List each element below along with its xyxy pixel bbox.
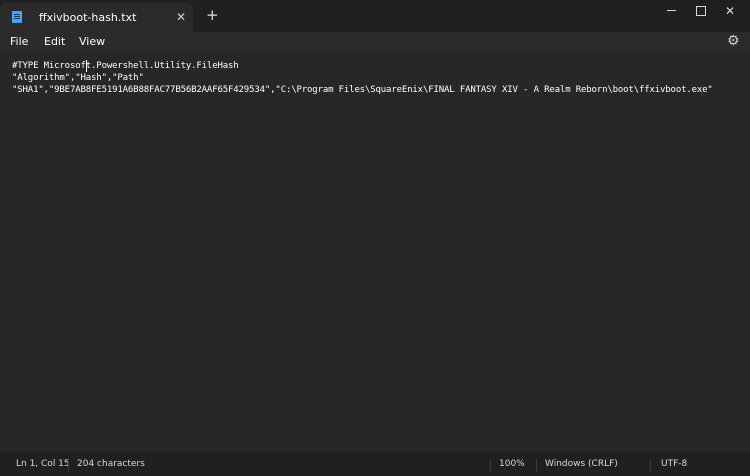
close-window-button[interactable]: ✕ xyxy=(713,0,747,22)
close-tab-icon[interactable]: ✕ xyxy=(176,10,186,24)
status-divider xyxy=(536,458,537,472)
tab-title: ffxivboot-hash.txt xyxy=(39,11,137,24)
menu-view[interactable]: View xyxy=(79,35,105,48)
menu-edit[interactable]: Edit xyxy=(44,35,65,48)
tab-active-file[interactable]: ffxivboot-hash.txt ✕ xyxy=(0,3,193,32)
title-bar: ffxivboot-hash.txt ✕ + ✕ xyxy=(0,0,750,32)
status-divider xyxy=(650,458,651,472)
status-line-ending[interactable]: Windows (CRLF) xyxy=(545,459,618,469)
editor-line-2: "Algorithm","Hash","Path" xyxy=(12,73,144,83)
status-divider xyxy=(68,458,69,472)
menu-file[interactable]: File xyxy=(10,35,28,48)
new-tab-button[interactable]: + xyxy=(206,8,219,23)
status-cursor-position: Ln 1, Col 15 xyxy=(16,459,70,469)
text-editor-area[interactable]: #TYPE Microsoft.Powershell.Utility.FileH… xyxy=(0,52,750,453)
editor-line-3: "SHA1","9BE7AB8FE5191A6B88FAC77B56B2AAF6… xyxy=(12,85,713,95)
close-icon: ✕ xyxy=(724,4,736,18)
status-zoom[interactable]: 100% xyxy=(499,459,525,469)
settings-gear-icon[interactable]: ⚙ xyxy=(727,33,740,49)
menu-bar: File Edit View ⚙ xyxy=(0,32,750,52)
notepad-icon xyxy=(12,11,22,23)
minimize-icon xyxy=(667,10,676,11)
editor-line-1: #TYPE Microsoft.Powershell.Utility.FileH… xyxy=(12,61,239,71)
status-character-count: 204 characters xyxy=(77,459,145,469)
status-encoding[interactable]: UTF-8 xyxy=(661,459,687,469)
text-caret xyxy=(86,60,87,72)
status-bar: Ln 1, Col 15 204 characters 100% Windows… xyxy=(0,453,750,476)
status-divider xyxy=(490,458,491,472)
maximize-icon xyxy=(696,6,706,16)
